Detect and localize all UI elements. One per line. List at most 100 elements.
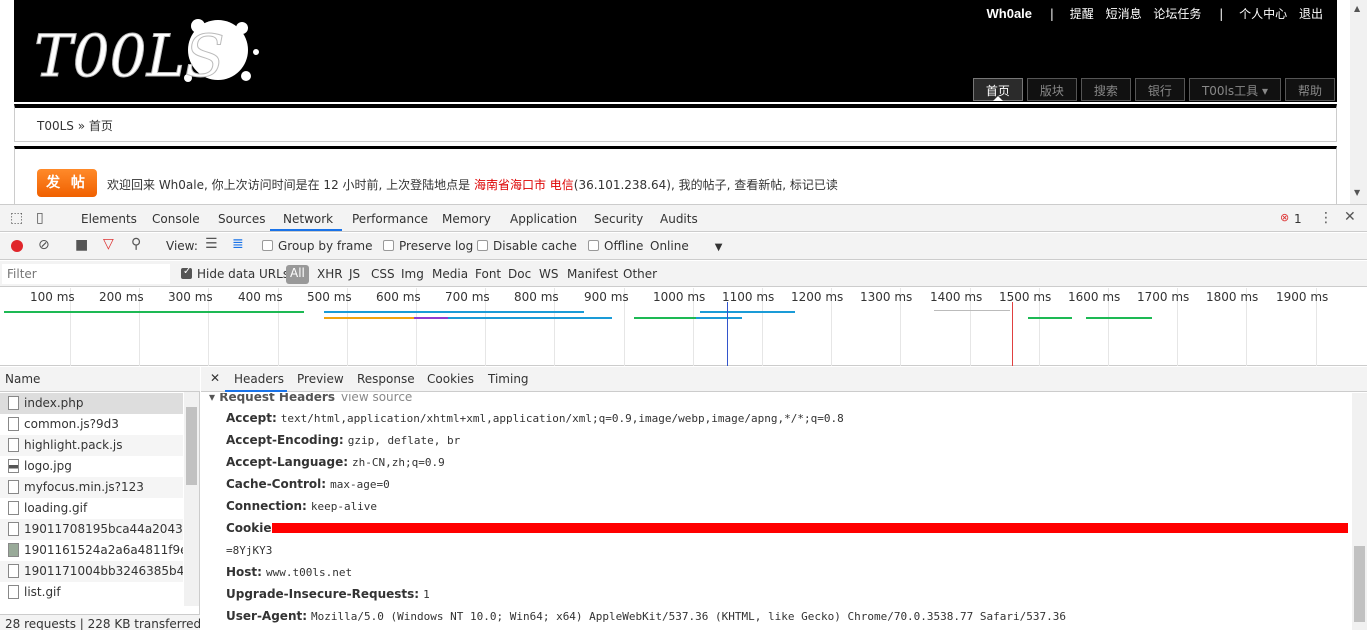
devtools-tab-bar: ⬚ ▯ Elements Console Sources Network Per… [0,205,1367,232]
tab-response[interactable]: Response [357,372,415,386]
nav-tab-forums[interactable]: 版块 [1026,78,1077,101]
image-icon [8,459,19,473]
request-name: logo.jpg [24,459,72,473]
hide-data-urls-checkbox[interactable]: Hide data URLs [181,266,289,281]
filter-type-xhr[interactable]: XHR [317,267,343,281]
nav-tab-bank[interactable]: 银行 [1134,78,1185,101]
offline-checkbox[interactable]: Offline [588,239,643,253]
filter-input[interactable] [2,264,170,284]
preserve-log-checkbox[interactable]: Preserve log [383,239,473,253]
scroll-up-icon[interactable]: ▲ [1354,4,1360,13]
request-row[interactable]: loading.gif [0,498,183,519]
request-row[interactable]: list.gif [0,582,183,603]
nav-tab-tools[interactable]: T00ls工具 ▾ [1188,78,1281,101]
inspect-element-icon[interactable]: ⬚ [10,210,23,226]
picture-icon [8,543,19,557]
tab-headers[interactable]: Headers [234,372,284,386]
nav-tab-search[interactable]: 搜索 [1080,78,1131,101]
filter-type-media[interactable]: Media [432,267,468,281]
clear-icon[interactable]: ⊘ [38,237,50,253]
filter-type-img[interactable]: Img [401,267,424,281]
request-row[interactable]: 1901161524a2a6a4811f9e308 [0,540,183,561]
tab-timing[interactable]: Timing [488,372,529,386]
request-name: 19011708195bca44a20432cc4 [24,522,183,536]
request-row[interactable]: 1901171004bb3246385b4d31 [0,561,183,582]
throttling-select[interactable]: Online ▼ [650,239,722,253]
breadcrumb-text[interactable]: T00LS » 首页 [37,119,113,133]
logout-link[interactable]: 退出 [1299,7,1323,21]
filter-type-other[interactable]: Other [623,267,657,281]
group-by-frame-checkbox[interactable]: Group by frame [262,239,372,253]
tab-cookies[interactable]: Cookies [427,372,474,386]
messages-link[interactable]: 短消息 [1106,7,1142,21]
section-title[interactable]: ▾ Request Headers [209,393,335,404]
tab-elements[interactable]: Elements [81,212,137,226]
checkbox[interactable] [262,240,273,251]
site-scrollbar[interactable]: ▲ ▼ [1350,0,1367,204]
network-overview-timeline[interactable]: 100 ms 200 ms 300 ms 400 ms 500 ms 600 ms 700 … [0,288,1367,366]
scrollbar-thumb[interactable] [1354,546,1365,622]
request-row[interactable]: myfocus.min.js?123 [0,477,183,498]
load-event-marker [1012,302,1013,366]
site-logo[interactable]: T00LS [28,6,268,98]
request-row[interactable]: index.php [0,393,183,414]
tab-network[interactable]: Network [283,212,333,226]
personal-center-link[interactable]: 个人中心 [1239,7,1287,21]
request-name: list.gif [24,585,61,599]
filter-type-js[interactable]: JS [349,267,360,281]
checkbox[interactable] [588,240,599,251]
tab-sources[interactable]: Sources [218,212,265,226]
site-header: T00LS Wh0ale | 提醒 短消息 论坛任务 | 个人中心 退出 首页 … [14,0,1337,102]
checkbox-checked[interactable] [181,266,192,279]
tab-console[interactable]: Console [152,212,200,226]
detail-scrollbar[interactable] [1352,393,1367,630]
header-key: Accept-Language: [226,455,349,469]
filter-type-all[interactable]: All [286,265,309,284]
request-list-scrollbar[interactable] [184,392,199,606]
tab-preview[interactable]: Preview [297,372,344,386]
request-row[interactable]: common.js?9d3 [0,414,183,435]
filter-type-manifest[interactable]: Manifest [567,267,618,281]
column-header-name[interactable]: Name [0,367,200,392]
request-row[interactable]: 19011708195bca44a20432cc4 [0,519,183,540]
new-post-button[interactable]: 发 帖 [37,169,97,197]
device-toolbar-icon[interactable]: ▯ [36,210,44,226]
waterfall-icon[interactable]: ≣ [232,236,244,252]
timeline-bar [414,317,448,319]
nav-tab-help[interactable]: 帮助 [1284,78,1335,101]
nav-tab-home[interactable]: 首页 [972,78,1023,101]
tab-memory[interactable]: Memory [442,212,491,226]
large-rows-icon[interactable]: ☰ [205,236,218,252]
header-row: Accept-Language: zh-CN,zh;q=0.9 [226,455,445,469]
capture-screenshots-icon[interactable]: ■ [75,237,88,253]
tab-audits[interactable]: Audits [660,212,698,226]
request-row[interactable]: logo.jpg [0,456,183,477]
checkbox[interactable] [477,240,488,251]
error-icon[interactable]: ⊗ [1280,211,1289,224]
filter-type-css[interactable]: CSS [371,267,395,281]
tab-security[interactable]: Security [594,212,643,226]
filter-type-ws[interactable]: WS [539,267,558,281]
disable-cache-checkbox[interactable]: Disable cache [477,239,577,253]
view-source-link[interactable]: view source [341,393,412,404]
scroll-down-icon[interactable]: ▼ [1354,188,1360,197]
search-icon[interactable]: ⚲ [131,236,141,252]
tab-application[interactable]: Application [510,212,577,226]
username-link[interactable]: Wh0ale [987,6,1033,21]
filter-icon[interactable]: ▽ [103,236,114,252]
checkbox[interactable] [383,240,394,251]
more-options-icon[interactable]: ⋮ [1319,210,1333,226]
close-icon[interactable]: ✕ [1344,209,1356,225]
timeline-bar [696,317,742,319]
error-count[interactable]: 1 [1294,212,1302,226]
forum-tasks-link[interactable]: 论坛任务 [1153,7,1201,21]
filter-type-doc[interactable]: Doc [508,267,531,281]
timeline-bar [634,317,696,319]
record-icon[interactable] [11,240,23,252]
close-detail-icon[interactable]: ✕ [210,371,220,385]
reminder-link[interactable]: 提醒 [1070,7,1094,21]
tab-performance[interactable]: Performance [352,212,428,226]
scrollbar-thumb[interactable] [186,407,197,485]
request-row[interactable]: highlight.pack.js [0,435,183,456]
filter-type-font[interactable]: Font [475,267,501,281]
